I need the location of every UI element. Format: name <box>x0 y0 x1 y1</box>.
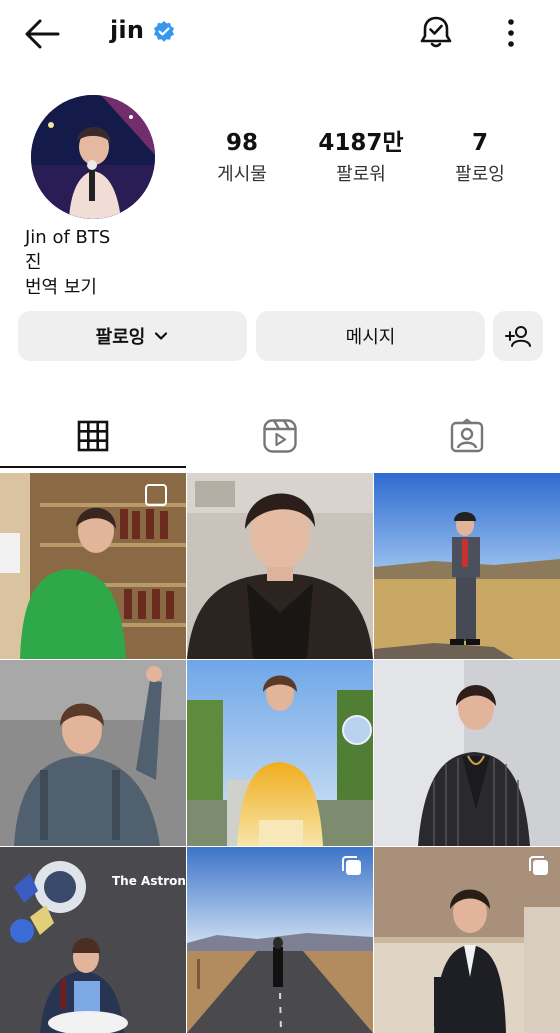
post-image <box>374 660 560 846</box>
post-thumbnail[interactable] <box>374 660 560 846</box>
post-image <box>0 660 186 846</box>
profile-avatar[interactable] <box>31 95 155 219</box>
post-image <box>0 473 186 659</box>
avatar-image <box>31 95 155 219</box>
post-thumbnail[interactable] <box>187 847 373 1033</box>
followers-count: 4187만 <box>318 130 404 156</box>
verified-badge-icon <box>154 21 174 42</box>
post-thumbnail[interactable] <box>187 660 373 846</box>
posts-label: 게시물 <box>217 164 267 185</box>
grid-icon <box>77 420 109 452</box>
bell-check-icon[interactable] <box>418 14 454 50</box>
post-caption-text: The Astronaut <box>112 874 186 888</box>
message-button[interactable]: 메시지 <box>256 311 485 361</box>
bio-name: Jin of BTS <box>25 227 111 248</box>
multiple-posts-icon <box>529 856 548 875</box>
add-person-icon <box>505 326 531 347</box>
followers-stat[interactable]: 4187만 팔로워 <box>306 128 416 186</box>
post-thumbnail[interactable] <box>0 660 186 846</box>
post-image <box>374 473 560 659</box>
post-image <box>187 473 373 659</box>
tab-reels[interactable] <box>187 404 373 468</box>
multiple-posts-icon <box>342 856 361 875</box>
top-bar: jin <box>0 0 560 66</box>
post-thumbnail[interactable] <box>0 473 186 659</box>
reels-icon <box>263 419 297 453</box>
tab-selected-indicator <box>0 466 186 468</box>
post-thumbnail[interactable] <box>374 473 560 659</box>
arrow-left-icon[interactable] <box>20 14 64 54</box>
profile-username: jin <box>110 16 145 44</box>
message-button-label: 메시지 <box>345 327 396 348</box>
tab-posts[interactable] <box>0 404 186 468</box>
following-button[interactable]: 팔로잉 <box>18 311 247 361</box>
chevron-down-icon <box>155 332 168 340</box>
following-stat[interactable]: 7 팔로잉 <box>425 128 535 186</box>
post-thumbnail[interactable] <box>374 847 560 1033</box>
posts-count: 98 <box>225 130 258 156</box>
posts-grid: The Astronaut <box>0 473 560 1033</box>
profile-tabs <box>0 404 560 468</box>
bio-text: 진 <box>25 252 42 273</box>
suggest-people-button[interactable] <box>493 311 543 361</box>
more-vertical-icon[interactable] <box>496 16 526 50</box>
tab-tagged[interactable] <box>374 404 560 468</box>
translate-link[interactable]: 번역 보기 <box>25 275 110 300</box>
post-thumbnail[interactable]: The Astronaut <box>0 847 186 1033</box>
following-count: 7 <box>471 130 488 156</box>
following-button-label: 팔로잉 <box>95 327 146 348</box>
following-label: 팔로잉 <box>455 164 505 185</box>
post-thumbnail[interactable] <box>187 473 373 659</box>
posts-stat[interactable]: 98 게시물 <box>187 128 297 186</box>
post-image <box>187 660 373 846</box>
followers-label: 팔로워 <box>336 164 386 185</box>
profile-bio: Jin of BTS 진 번역 보기 <box>25 225 110 300</box>
post-image: The Astronaut <box>0 847 186 1033</box>
tagged-icon <box>450 418 484 453</box>
